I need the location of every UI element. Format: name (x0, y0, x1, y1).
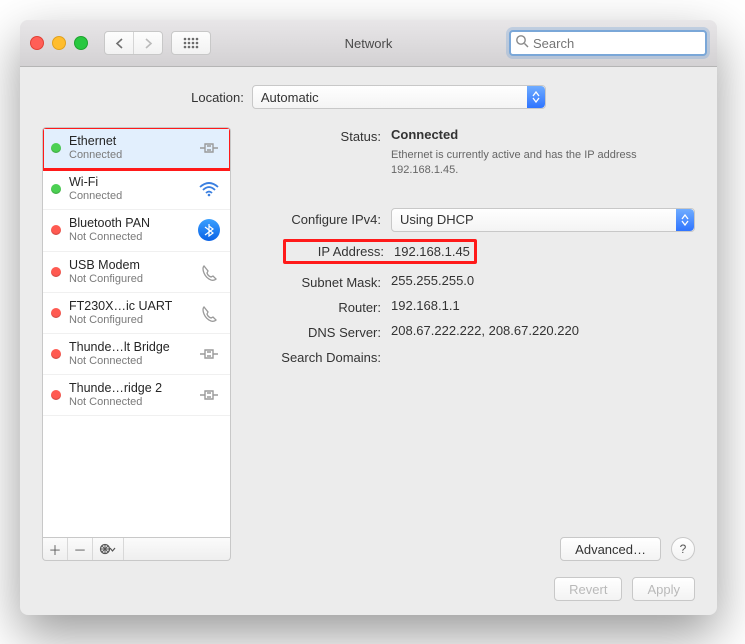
help-button[interactable]: ? (671, 537, 695, 561)
status-dot-icon (51, 225, 61, 235)
apply-button[interactable]: Apply (632, 577, 695, 601)
status-dot-icon (51, 308, 61, 318)
status-dot-icon (51, 143, 61, 153)
sidebar-item-tb-bridge[interactable]: Thunde…lt Bridge Not Connected (43, 334, 230, 375)
sidebar-item-usb-modem[interactable]: USB Modem Not Configured (43, 252, 230, 293)
search-domains-label: Search Domains: (253, 348, 391, 365)
list-toolbar: ＋ － (42, 538, 231, 561)
chevron-updown-icon (676, 209, 694, 231)
ethernet-icon (196, 140, 222, 156)
sidebar-item-ethernet[interactable]: Ethernet Connected (43, 128, 230, 169)
search-icon (515, 34, 529, 51)
router-value: 192.168.1.1 (391, 298, 695, 313)
bluetooth-icon (196, 219, 222, 241)
location-select[interactable]: Automatic (252, 85, 546, 109)
interface-list: Ethernet Connected Wi-Fi Connected (42, 127, 231, 538)
show-all-button[interactable] (171, 31, 211, 55)
remove-button[interactable]: － (68, 538, 93, 560)
network-prefs-window: Network Location: Automatic (20, 20, 717, 615)
forward-button[interactable] (133, 32, 162, 54)
revert-button[interactable]: Revert (554, 577, 622, 601)
configure-ipv4-select[interactable]: Using DHCP (391, 208, 695, 232)
chevron-updown-icon (527, 86, 545, 108)
location-value: Automatic (261, 90, 319, 105)
status-label: Status: (253, 127, 391, 144)
titlebar: Network (20, 20, 717, 67)
window-title: Network (345, 36, 393, 51)
mask-label: Subnet Mask: (253, 273, 391, 290)
sidebar-item-tb-bridge-2[interactable]: Thunde…ridge 2 Not Connected (43, 375, 230, 416)
status-dot-icon (51, 349, 61, 359)
traffic-lights (30, 36, 88, 50)
dns-value: 208.67.222.222, 208.67.220.220 (391, 323, 695, 338)
status-desc: Ethernet is currently active and has the… (391, 148, 671, 178)
phone-icon (196, 263, 222, 281)
sidebar-item-bluetooth[interactable]: Bluetooth PAN Not Connected (43, 210, 230, 251)
ethernet-icon (196, 387, 222, 403)
router-label: Router: (253, 298, 391, 315)
status-value: Connected (391, 127, 695, 142)
minimize-icon[interactable] (52, 36, 66, 50)
zoom-icon[interactable] (74, 36, 88, 50)
ip-highlight: IP Address: 192.168.1.45 (283, 239, 477, 264)
wifi-icon (196, 181, 222, 197)
back-button[interactable] (105, 32, 133, 54)
advanced-button[interactable]: Advanced… (560, 537, 661, 561)
ip-label: IP Address: (290, 244, 394, 259)
ethernet-icon (196, 346, 222, 362)
location-label: Location: (191, 90, 244, 105)
search-input[interactable] (509, 30, 707, 56)
config-label: Configure IPv4: (253, 212, 391, 227)
action-menu-button[interactable] (93, 538, 124, 560)
dns-label: DNS Server: (253, 323, 391, 340)
phone-icon (196, 304, 222, 322)
status-dot-icon (51, 267, 61, 277)
nav-back-forward (104, 31, 163, 55)
add-button[interactable]: ＋ (43, 538, 68, 560)
mask-value: 255.255.255.0 (391, 273, 695, 288)
sidebar-item-wifi[interactable]: Wi-Fi Connected (43, 169, 230, 210)
status-dot-icon (51, 184, 61, 194)
status-dot-icon (51, 390, 61, 400)
sidebar-item-uart[interactable]: FT230X…ic UART Not Configured (43, 293, 230, 334)
detail-pane: Status: Connected Ethernet is currently … (253, 127, 695, 561)
config-value: Using DHCP (400, 212, 474, 227)
close-icon[interactable] (30, 36, 44, 50)
ip-value: 192.168.1.45 (394, 244, 470, 259)
